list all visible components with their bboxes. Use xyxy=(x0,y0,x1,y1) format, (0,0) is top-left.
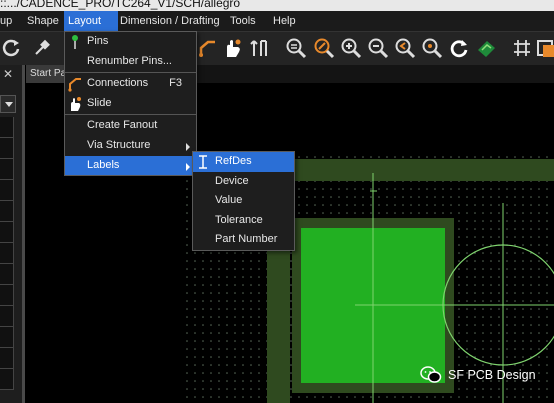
submenu-item-part-number[interactable]: Part Number xyxy=(193,230,294,250)
grid-icon[interactable] xyxy=(510,36,534,60)
pin-tool-icon[interactable] xyxy=(30,36,54,60)
submenu-item-label: RefDes xyxy=(215,155,252,167)
menu-dimension-drafting[interactable]: Dimension / Drafting xyxy=(116,11,224,31)
menu-item-label: Pins xyxy=(87,35,109,47)
menu-item-connections[interactable]: Connections F3 xyxy=(65,74,196,94)
submenu-item-value[interactable]: Value xyxy=(193,191,294,211)
menu-item-label: Create Fanout xyxy=(87,119,158,132)
menu-shortcut: F3 xyxy=(169,77,182,90)
menu-item-label: Labels xyxy=(87,158,120,171)
zoom-previous-icon[interactable] xyxy=(393,36,417,60)
layout-menu: Pins Renumber Pins... Connections F3 Sli… xyxy=(64,31,197,177)
menu-item-label: Renumber Pins... xyxy=(87,54,172,67)
menu-item-label: Slide xyxy=(87,96,112,109)
menu-separator xyxy=(65,72,196,74)
menu-shape-partial[interactable]: up xyxy=(0,11,16,31)
zoom-center-icon[interactable] xyxy=(420,36,444,60)
submenu-item-refdes[interactable]: RefDes xyxy=(193,152,294,172)
panel-dropdown[interactable] xyxy=(0,95,16,113)
watermark: SF PCB Design xyxy=(420,366,536,384)
zoom-fit-icon[interactable] xyxy=(284,36,308,60)
title-bar: ::.../CADENCE_PRO/TC264_V1/SCH/allegro xyxy=(0,0,554,11)
window-title: ::.../CADENCE_PRO/TC264_V1/SCH/allegro xyxy=(0,0,241,10)
redraw-icon[interactable] xyxy=(447,36,471,60)
menu-item-labels[interactable]: Labels xyxy=(65,155,196,176)
submenu-item-label: Value xyxy=(215,194,243,207)
panel-rows xyxy=(0,117,14,390)
spread-icon[interactable] xyxy=(248,36,272,60)
watermark-text: SF PCB Design xyxy=(448,368,536,382)
submenu-item-tolerance[interactable]: Tolerance xyxy=(193,211,294,231)
submenu-arrow-icon xyxy=(186,142,190,151)
redo-icon[interactable] xyxy=(0,36,24,60)
layer-icon[interactable] xyxy=(534,36,554,60)
wechat-icon xyxy=(420,366,442,383)
submenu-item-device[interactable]: Device xyxy=(193,172,294,192)
submenu-item-label: Part Number xyxy=(215,233,278,246)
text-cursor-icon xyxy=(195,154,211,170)
left-panel: ✕ xyxy=(0,65,25,403)
zoom-in-icon[interactable] xyxy=(339,36,363,60)
menu-tools[interactable]: Tools xyxy=(226,11,260,31)
menu-item-label: Via Structure xyxy=(87,138,151,151)
submenu-item-label: Device xyxy=(215,174,249,187)
slide-hand-icon[interactable] xyxy=(220,36,244,60)
menu-help[interactable]: Help xyxy=(269,11,300,31)
menu-bar: up Shape Layout Dimension / Drafting Too… xyxy=(0,11,554,32)
menu-layout[interactable]: Layout xyxy=(64,11,118,31)
pin-icon xyxy=(67,34,83,50)
submenu-item-label: Tolerance xyxy=(215,213,263,226)
menu-item-label: Connections xyxy=(87,77,149,90)
zoom-out-icon[interactable] xyxy=(366,36,390,60)
3d-view-icon[interactable] xyxy=(474,36,498,60)
menu-item-pins[interactable]: Pins xyxy=(65,32,196,52)
menu-item-renumber-pins[interactable]: Renumber Pins... xyxy=(65,52,196,72)
menu-item-slide[interactable]: Slide xyxy=(65,94,196,114)
menu-item-create-fanout[interactable]: Create Fanout xyxy=(65,116,196,136)
connections-icon xyxy=(67,76,83,92)
menu-item-via-structure[interactable]: Via Structure xyxy=(65,136,196,156)
menu-shape[interactable]: Shape xyxy=(23,11,63,31)
slide-icon xyxy=(67,96,83,112)
close-panel-icon[interactable]: ✕ xyxy=(3,67,13,81)
labels-submenu: RefDes Device Value Tolerance Part Numbe… xyxy=(192,151,295,251)
menu-separator xyxy=(65,114,196,116)
zoom-world-icon[interactable] xyxy=(312,36,336,60)
route-icon[interactable] xyxy=(196,36,220,60)
submenu-arrow-icon xyxy=(186,162,190,171)
